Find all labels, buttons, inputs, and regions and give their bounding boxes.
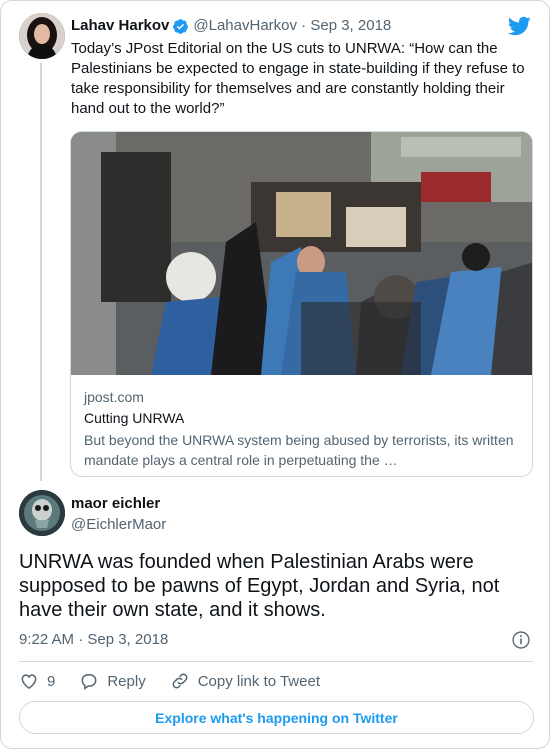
thread-connector-line xyxy=(40,63,42,481)
link-description: But beyond the UNRWA system being abused… xyxy=(84,432,514,468)
tweet-date[interactable]: Sep 3, 2018 xyxy=(87,631,168,648)
explore-twitter-button[interactable]: Explore what's happening on Twitter xyxy=(19,701,534,734)
tweet-actions: 9 Reply Copy link to Tweet xyxy=(19,670,344,692)
reply-label: Reply xyxy=(107,672,146,690)
parent-tweet-text: Today’s JPost Editorial on the US cuts t… xyxy=(71,40,525,117)
verified-badge-icon xyxy=(172,18,189,35)
like-button[interactable]: 9 xyxy=(19,671,55,691)
main-author-handle[interactable]: @EichlerMaor xyxy=(71,515,166,535)
parent-author-handle[interactable]: @LahavHarkov xyxy=(193,16,297,36)
parent-avatar[interactable] xyxy=(19,13,65,59)
info-icon[interactable] xyxy=(511,630,531,650)
tweet-embed-card: Lahav Harkov @LahavHarkov · Sep 3, 2018 … xyxy=(0,0,550,749)
tweet-timestamp[interactable]: 9:22 AM · Sep 3, 2018 xyxy=(19,630,168,650)
separator-dot: · xyxy=(74,631,88,648)
main-author-name[interactable]: maor eichler xyxy=(71,494,160,514)
like-count: 9 xyxy=(47,672,56,690)
link-preview-image xyxy=(71,132,532,375)
link-domain: jpost.com xyxy=(84,389,144,405)
reply-icon xyxy=(81,674,97,690)
heart-icon xyxy=(21,674,37,689)
twitter-bird-icon[interactable] xyxy=(507,15,531,37)
tweet-time[interactable]: 9:22 AM xyxy=(19,631,74,648)
link-preview-meta: jpost.com Cutting UNRWA But beyond the U… xyxy=(84,388,524,470)
link-preview-card[interactable]: jpost.com Cutting UNRWA But beyond the U… xyxy=(70,131,533,477)
parent-author-name[interactable]: Lahav Harkov xyxy=(71,16,169,36)
copy-link-label: Copy link to Tweet xyxy=(197,672,320,690)
parent-tweet-header: Lahav Harkov @LahavHarkov · Sep 3, 2018 xyxy=(71,16,391,36)
link-title: Cutting UNRWA xyxy=(84,410,185,426)
copy-link-button[interactable]: Copy link to Tweet xyxy=(170,671,320,691)
main-avatar[interactable] xyxy=(19,490,65,536)
reply-button[interactable]: Reply xyxy=(79,671,146,691)
parent-tweet-date[interactable]: Sep 3, 2018 xyxy=(310,16,391,36)
divider xyxy=(19,661,533,662)
main-tweet-text: UNRWA was founded when Palestinian Arabs… xyxy=(19,551,500,621)
link-icon xyxy=(172,673,188,689)
separator-dot: · xyxy=(297,17,311,34)
